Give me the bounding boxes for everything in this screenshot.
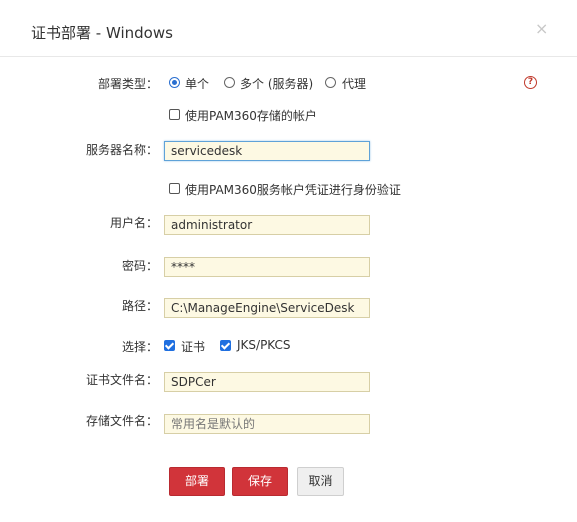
server-name-input[interactable]: servicedesk — [164, 141, 370, 161]
select-label: 选择： — [121, 340, 158, 354]
help-icon[interactable]: ? — [524, 76, 537, 89]
cert-filename-label: 证书文件名： — [85, 373, 158, 387]
username-label: 用户名： — [109, 216, 158, 230]
server-name-label: 服务器名称： — [85, 143, 158, 157]
dialog-header: 证书部署 - Windows × — [0, 0, 577, 57]
select-jks-pkcs-label[interactable]: JKS/PKCS — [237, 338, 291, 352]
use-pam-service-account-checkbox[interactable] — [169, 183, 180, 194]
radio-single[interactable] — [169, 77, 180, 88]
path-input[interactable]: C:\ManageEngine\ServiceDesk — [164, 298, 370, 318]
select-jks-pkcs-checkbox[interactable] — [220, 340, 231, 351]
store-filename-input[interactable]: 常用名是默认的 — [164, 414, 370, 434]
path-label: 路径： — [121, 299, 158, 313]
username-input[interactable]: administrator — [164, 215, 370, 235]
store-filename-label: 存储文件名： — [85, 414, 158, 428]
certificate-deploy-dialog: 证书部署 - Windows × 部署类型： 单个 多个 (服务器) 代理 ? … — [0, 0, 577, 522]
password-label: 密码： — [121, 259, 158, 273]
use-pam-account-label[interactable]: 使用PAM360存储的帐户 — [185, 107, 317, 124]
password-input[interactable]: **** — [164, 257, 370, 277]
deploy-type-label: 部署类型： — [97, 77, 158, 91]
save-button[interactable]: 保存 — [232, 467, 288, 496]
cert-filename-input[interactable]: SDPCer — [164, 372, 370, 392]
close-icon[interactable]: × — [535, 19, 548, 38]
radio-single-label[interactable]: 单个 — [185, 75, 209, 92]
use-pam-account-checkbox[interactable] — [169, 109, 180, 120]
radio-agent[interactable] — [325, 77, 336, 88]
select-certificate-label[interactable]: 证书 — [181, 338, 205, 355]
dialog-title: 证书部署 - Windows — [31, 24, 173, 42]
cancel-button[interactable]: 取消 — [297, 467, 344, 496]
radio-agent-label[interactable]: 代理 — [342, 75, 366, 92]
use-pam-service-account-label[interactable]: 使用PAM360服务帐户凭证进行身份验证 — [185, 181, 401, 198]
deploy-button[interactable]: 部署 — [169, 467, 225, 496]
select-certificate-checkbox[interactable] — [164, 340, 175, 351]
radio-multiple-servers-label[interactable]: 多个 (服务器) — [240, 75, 313, 92]
radio-multiple-servers[interactable] — [224, 77, 235, 88]
